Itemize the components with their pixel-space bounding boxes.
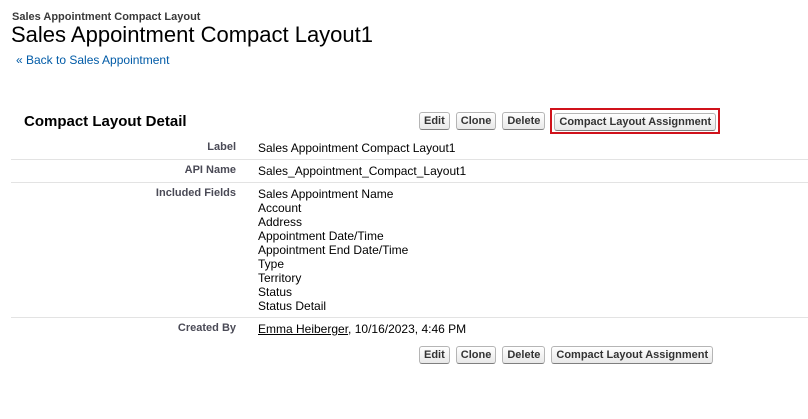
list-item: Status xyxy=(258,285,293,299)
field-label: API Name xyxy=(184,164,236,176)
top-button-row: Edit Clone Delete Compact Layout Assignm… xyxy=(419,108,721,134)
list-item: Status Detail xyxy=(258,299,327,313)
compact-layout-assignment-button[interactable]: Compact Layout Assignment xyxy=(551,346,714,364)
list-item: Sales Appointment Name xyxy=(258,187,394,201)
list-item: Territory xyxy=(258,271,302,285)
section-title: Compact Layout Detail xyxy=(24,113,187,130)
edit-button[interactable]: Edit xyxy=(419,346,450,364)
detail-row-included-fields: Included Fields Sales Appointment Name A… xyxy=(11,183,808,318)
created-by-value: Emma Heiberger, 10/16/2023, 4:46 PM xyxy=(236,318,466,340)
delete-button[interactable]: Delete xyxy=(502,346,546,364)
created-date: , 10/16/2023, 4:46 PM xyxy=(348,322,467,336)
back-link[interactable]: « Back to Sales Appointment xyxy=(16,53,169,67)
field-value: Sales Appointment Compact Layout1 xyxy=(258,141,456,155)
field-label: Label xyxy=(207,141,236,153)
list-item: Appointment End Date/Time xyxy=(258,243,409,257)
included-fields-list: Sales Appointment Name Account Address A… xyxy=(236,183,408,317)
detail-table: Label Sales Appointment Compact Layout1 … xyxy=(11,137,808,340)
detail-row-api-name: API Name Sales_Appointment_Compact_Layou… xyxy=(11,160,808,183)
compact-layout-assignment-button[interactable]: Compact Layout Assignment xyxy=(554,113,717,131)
highlight-box: Compact Layout Assignment xyxy=(550,108,721,134)
delete-button[interactable]: Delete xyxy=(502,112,546,130)
created-by-user-link[interactable]: Emma Heiberger xyxy=(258,322,348,336)
field-label: Included Fields xyxy=(155,187,236,199)
list-item: Account xyxy=(258,201,302,215)
field-label: Created By xyxy=(177,322,236,334)
detail-row-label: Label Sales Appointment Compact Layout1 xyxy=(11,137,808,160)
field-value: Sales_Appointment_Compact_Layout1 xyxy=(258,164,467,178)
clone-button[interactable]: Clone xyxy=(455,112,497,130)
bottom-button-row: Edit Clone Delete Compact Layout Assignm… xyxy=(419,346,714,364)
page-title: Sales Appointment Compact Layout1 xyxy=(11,22,374,47)
clone-button[interactable]: Clone xyxy=(455,346,497,364)
list-item: Type xyxy=(258,257,285,271)
detail-row-created-by: Created By Emma Heiberger, 10/16/2023, 4… xyxy=(11,318,808,340)
list-item: Address xyxy=(258,215,303,229)
edit-button[interactable]: Edit xyxy=(419,112,450,130)
list-item: Appointment Date/Time xyxy=(258,229,384,243)
